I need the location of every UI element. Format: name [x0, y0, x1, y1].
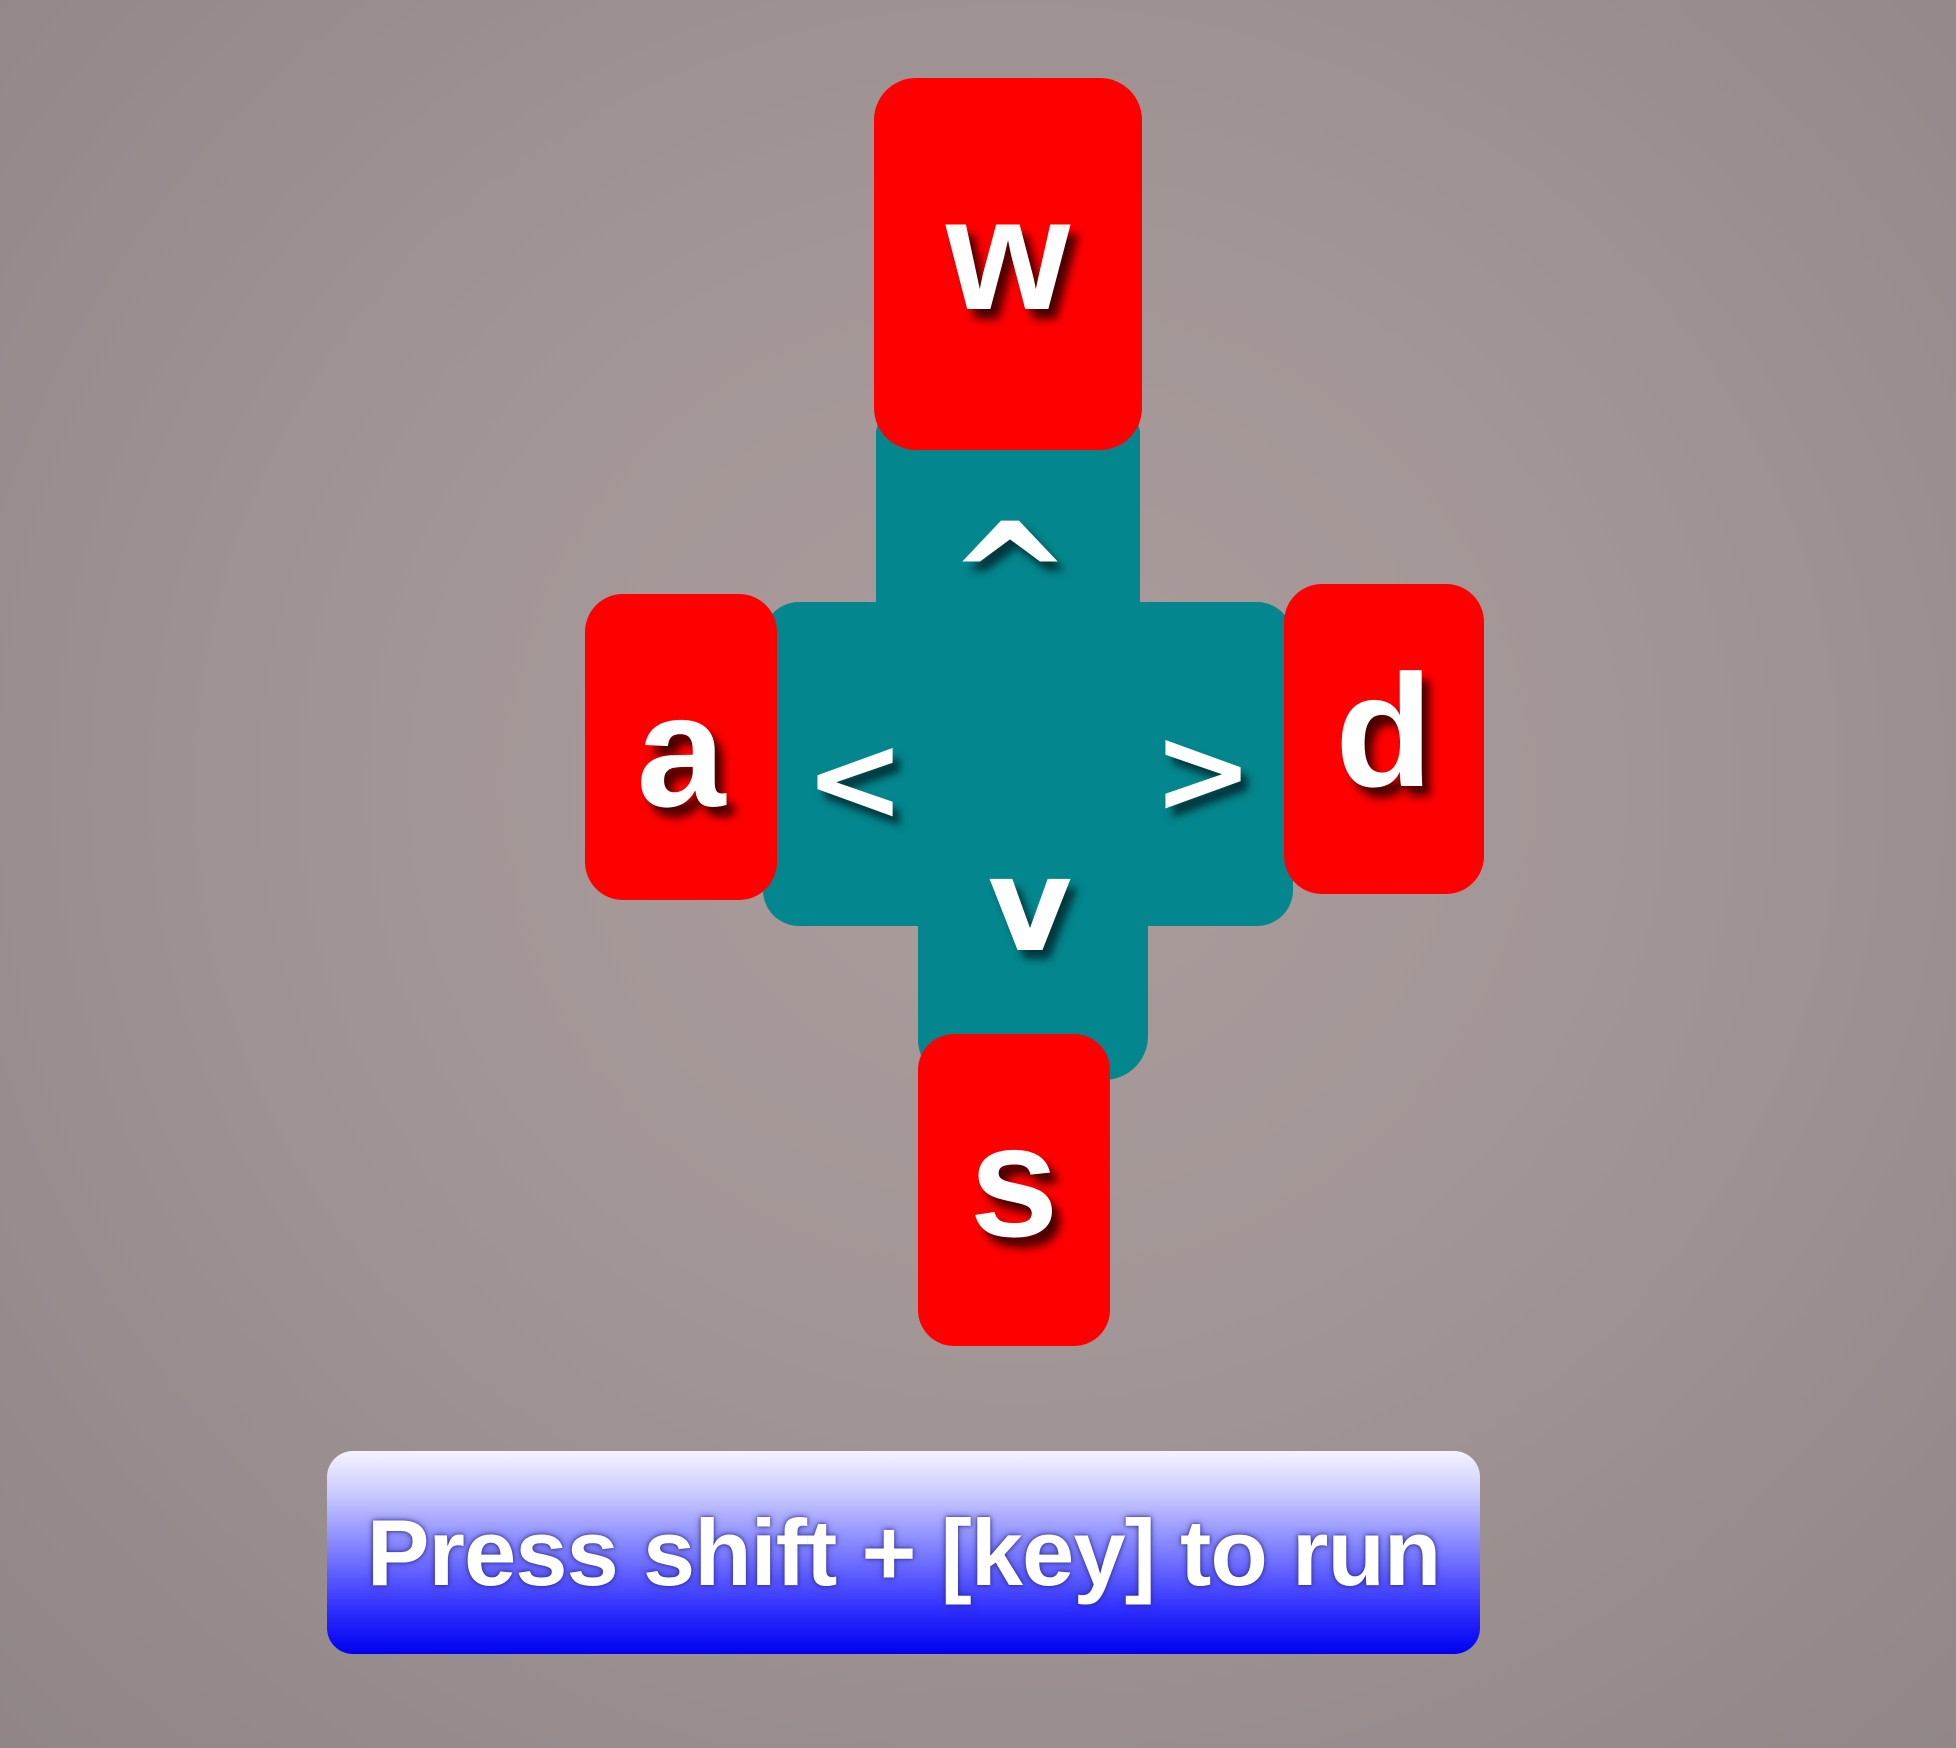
key-d-button[interactable]: d	[1284, 584, 1484, 894]
arrow-left-icon: <	[804, 710, 906, 849]
key-s-button[interactable]: s	[918, 1034, 1110, 1346]
arrow-right-icon: >	[1152, 702, 1254, 841]
key-d-label: d	[1335, 641, 1433, 820]
controls-overlay: ^ < > v w a d s Press shift + [key] to r…	[0, 0, 1956, 1748]
key-s-label: s	[969, 1091, 1059, 1270]
key-a-button[interactable]: a	[585, 594, 777, 900]
key-w-button[interactable]: w	[874, 78, 1142, 450]
key-a-label: a	[636, 661, 726, 840]
key-w-label: w	[945, 164, 1071, 343]
run-hint-text: Press shift + [key] to run	[366, 1499, 1442, 1605]
arrow-up-icon: ^	[947, 492, 1073, 666]
arrow-down-icon: v	[987, 829, 1073, 981]
run-hint-banner: Press shift + [key] to run	[327, 1451, 1480, 1654]
